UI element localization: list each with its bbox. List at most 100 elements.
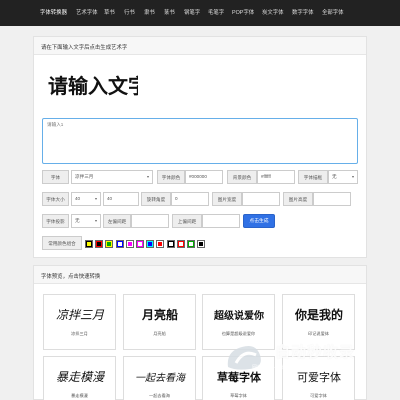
outline-select-value: 无 [332, 174, 337, 179]
font-card[interactable]: 凉拌三月 凉拌三月 [43, 294, 116, 350]
text-input[interactable] [42, 118, 358, 164]
nav-item-pen[interactable]: 钢笔字 [184, 0, 200, 26]
top-margin-label: 上偏间距 [172, 214, 202, 228]
font-card[interactable]: 一起去看海 一起去看海 [123, 356, 196, 400]
shadow-select-value: 无 [75, 218, 80, 223]
font-color-input[interactable]: #000000 [185, 170, 223, 184]
font-select-value: 凉拌三月 [75, 174, 94, 179]
svg-text:你是我的: 你是我的 [294, 307, 343, 322]
nav-item-converter[interactable]: 字体转换器 [40, 0, 67, 26]
preview-art-image: 请输入文字 [48, 74, 138, 98]
nav-item-all[interactable]: 全部字体 [322, 0, 344, 26]
img-height-input[interactable] [313, 192, 351, 206]
left-margin-label: 左偏间距 [103, 214, 131, 228]
chevron-down-icon: ▾ [94, 196, 97, 201]
spacing-input[interactable]: 40 [103, 192, 139, 206]
font-art-image: 暴走模漫 [56, 370, 105, 384]
nav-item-clerical[interactable]: 隶书 [144, 0, 155, 26]
styles-title: 字体预览，点击快速转换 [41, 274, 101, 280]
img-width-input[interactable] [242, 192, 280, 206]
nav-item-digital[interactable]: 数字字体 [292, 0, 314, 26]
img-height-label: 图片高度 [283, 192, 313, 206]
common-colors-label: 常用颜色组合 [42, 236, 82, 250]
font-color-label: 字体颜色 [157, 170, 185, 184]
color-swatch[interactable] [136, 240, 144, 248]
color-swatch[interactable] [115, 240, 124, 248]
top-nav: 字体转换器 艺术字体 草书 行书 隶书 篆书 钢笔字 毛笔字 POP字体 炭文字… [0, 0, 400, 26]
font-card-caption: 可爱字体 [310, 393, 327, 398]
chevron-down-icon: ▾ [351, 174, 354, 179]
font-card-caption: 暴走模漫 [71, 393, 88, 398]
color-swatch-inner [127, 242, 132, 246]
color-swatch-inner [189, 242, 193, 246]
nav-item-brush[interactable]: 毛笔字 [208, 0, 224, 26]
preview-art-text: 请输入文字 [48, 74, 138, 98]
color-swatch-inner [148, 242, 153, 246]
color-swatch-inner [178, 242, 183, 246]
size-select-value: 40 [75, 196, 81, 201]
color-swatch-inner [117, 242, 122, 246]
generator-title: 请在下面输入文字后点击生成艺术字 [41, 45, 128, 51]
generator-panel-header: 请在下面输入文字后点击生成艺术字 [34, 37, 366, 55]
size-select[interactable]: 40 ▾ [71, 192, 101, 206]
color-swatch[interactable] [146, 240, 155, 248]
font-art-image: 月亮船 [141, 307, 178, 322]
color-swatch-inner [87, 242, 91, 246]
color-swatch-inner [97, 242, 102, 246]
font-art-image: 超级说爱你 [213, 309, 264, 322]
nav-item-pop[interactable]: POP字体 [232, 0, 254, 26]
svg-text:超级说爱你: 超级说爱你 [213, 309, 264, 322]
chevron-down-icon: ▾ [146, 174, 149, 179]
svg-text:一起去看海: 一起去看海 [135, 372, 187, 384]
nav-item-running[interactable]: 行书 [124, 0, 135, 26]
color-swatch[interactable] [125, 240, 134, 248]
color-swatch[interactable] [187, 240, 195, 248]
font-card[interactable]: 暴走模漫 暴走模漫 [43, 356, 116, 400]
nav-item-art[interactable]: 艺术字体 [76, 0, 98, 26]
color-swatch[interactable] [197, 240, 206, 248]
font-label: 字体 [42, 170, 69, 184]
font-select[interactable]: 凉拌三月 ▾ [71, 170, 153, 184]
watermark-title: 自动秒收录 [275, 344, 356, 361]
watermark-subtitle: 网址上榜 · 来访 · 自动收录 [252, 365, 311, 371]
bg-color-label: 背景颜色 [227, 170, 257, 184]
size-label: 字体大小 [42, 192, 69, 206]
font-art-image: 你是我的 [294, 307, 343, 322]
shadow-label: 字体投影 [42, 214, 69, 228]
color-swatch[interactable] [105, 240, 114, 248]
left-margin-input[interactable] [131, 214, 169, 228]
color-swatch-inner [168, 242, 173, 246]
color-swatch[interactable] [156, 240, 165, 248]
nav-item-charcoal[interactable]: 炭文字体 [262, 0, 284, 26]
svg-text:凉拌三月: 凉拌三月 [56, 308, 105, 322]
font-card-caption: 一起去看海 [149, 393, 170, 398]
styles-panel: 字体预览，点击快速转换 凉拌三月 凉拌三月 月亮船 月亮船 超级说爱你 也算是超… [33, 265, 367, 400]
rotate-input[interactable]: 0 [171, 192, 209, 206]
color-swatch-inner [199, 242, 204, 246]
rotate-label: 旋转角度 [141, 192, 171, 206]
font-card-caption: 草莓字体 [230, 393, 247, 398]
color-swatch[interactable] [176, 240, 185, 248]
font-card-caption: 月亮船 [153, 331, 166, 336]
color-swatch[interactable] [166, 240, 175, 248]
img-width-label: 图片宽度 [212, 192, 242, 206]
nav-item-cursive[interactable]: 草书 [104, 0, 115, 26]
font-card[interactable]: 月亮船 月亮船 [123, 294, 196, 350]
color-swatch-inner [107, 242, 112, 246]
watermark-logo-icon [227, 346, 261, 370]
chevron-down-icon: ▾ [94, 218, 97, 223]
outline-label: 字体描框 [298, 170, 328, 184]
top-margin-input[interactable] [202, 214, 240, 228]
color-swatch[interactable] [85, 240, 93, 248]
bg-color-input[interactable]: #ffffff [257, 170, 295, 184]
font-card-caption: 凉拌三月 [71, 331, 88, 336]
color-swatch-inner [138, 242, 142, 246]
font-art-image: 凉拌三月 [56, 308, 105, 322]
color-swatch-inner [158, 242, 163, 246]
color-swatch[interactable] [95, 240, 104, 248]
nav-item-seal[interactable]: 篆书 [164, 0, 175, 26]
generate-button[interactable]: 点击生成 [243, 214, 275, 228]
outline-select[interactable]: 无 ▾ [328, 170, 358, 184]
generator-panel: 请在下面输入文字后点击生成艺术字 请输入文字 字体 凉拌三月 ▾ 字体颜色 #0… [33, 36, 367, 258]
shadow-select[interactable]: 无 ▾ [71, 214, 101, 228]
